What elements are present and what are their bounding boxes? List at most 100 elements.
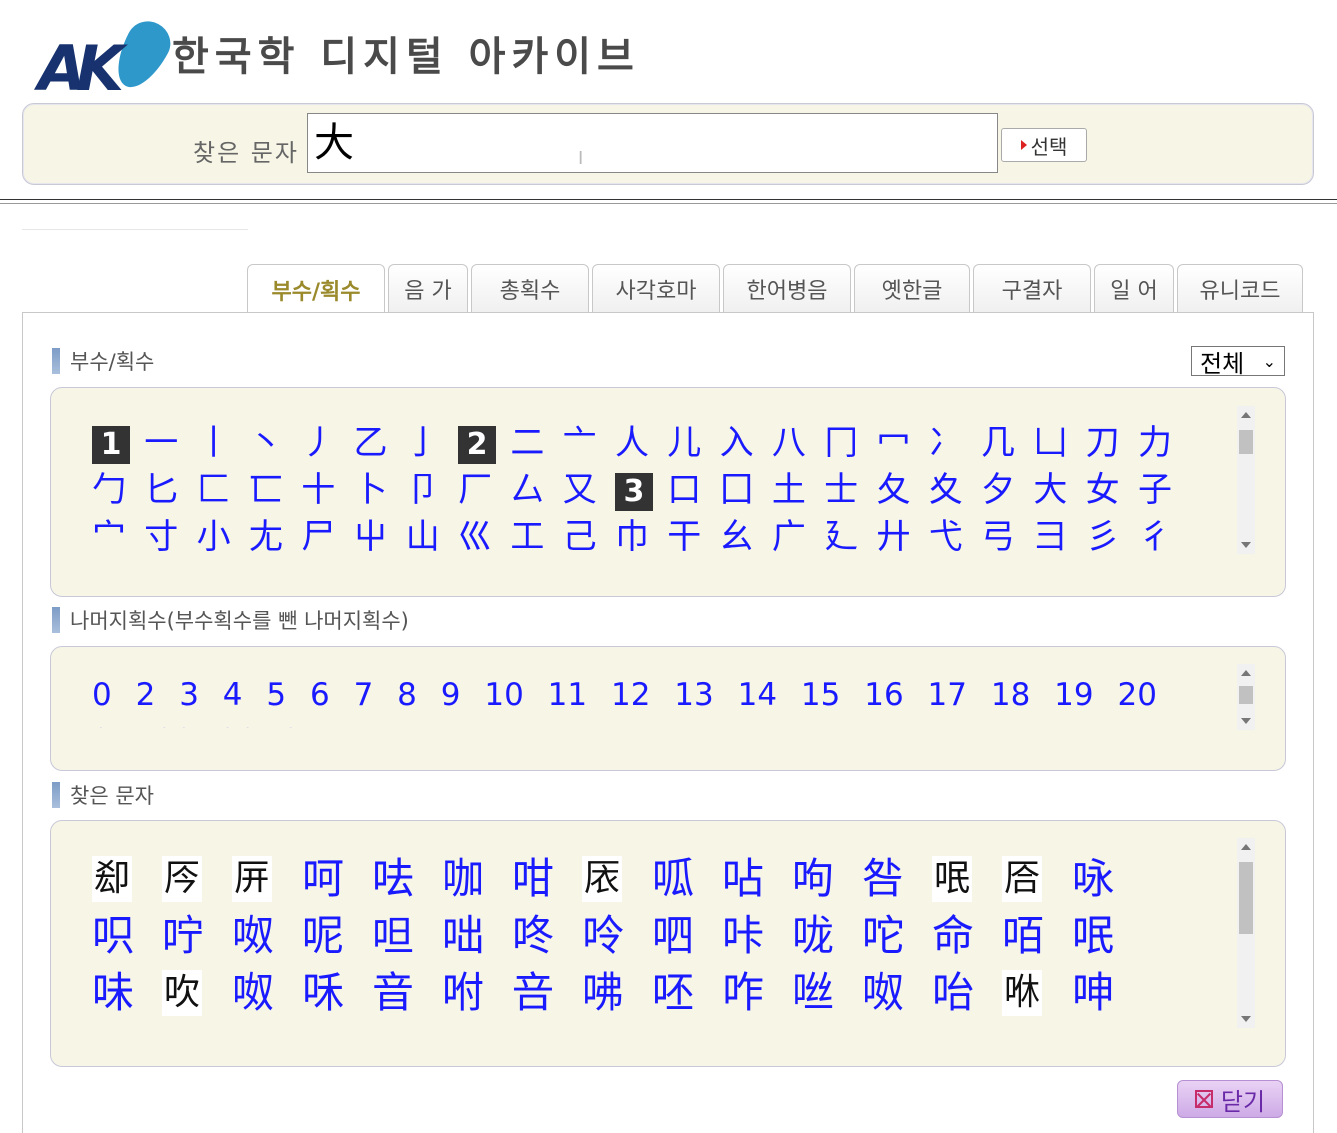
tab-total-strokes[interactable]: 총획수	[471, 264, 589, 312]
found-char-link[interactable]: 㕉	[1002, 850, 1072, 907]
remaining-stroke-link[interactable]: 7	[354, 677, 374, 713]
radical-link[interactable]: 囗	[720, 467, 772, 514]
scroll-up-icon[interactable]	[1241, 670, 1251, 676]
scroll-down-icon[interactable]	[1241, 1016, 1251, 1022]
tab-japanese[interactable]: 일 어	[1094, 264, 1174, 312]
radical-link[interactable]: 山	[406, 514, 458, 558]
scroll-down-icon[interactable]	[1241, 542, 1251, 548]
radical-link[interactable]: 卜	[353, 467, 405, 514]
radical-link[interactable]: 凵	[1033, 420, 1085, 467]
radical-link[interactable]: 广	[772, 514, 824, 558]
found-char-link[interactable]: 呡	[932, 850, 1002, 907]
found-char-link[interactable]: 咟	[1002, 907, 1072, 964]
tab-old-hangul[interactable]: 옛한글	[854, 264, 970, 312]
found-char-link[interactable]: 咚	[512, 907, 582, 964]
remaining-stroke-link[interactable]: 10	[484, 677, 523, 713]
found-char-link[interactable]: 咝	[792, 964, 862, 1021]
found-scrollbar[interactable]	[1237, 838, 1255, 1028]
radical-link[interactable]: 亠	[563, 420, 615, 467]
found-char-link[interactable]: 呻	[1072, 964, 1142, 1021]
radical-link[interactable]: 儿	[667, 420, 719, 467]
radical-link[interactable]: 入	[720, 420, 772, 467]
radical-link[interactable]: 丿	[301, 420, 353, 467]
found-char-link[interactable]: 呴	[792, 850, 862, 907]
found-char-link[interactable]: 咔	[722, 907, 792, 964]
radical-link[interactable]: 屮	[353, 514, 405, 558]
radical-link[interactable]: 一	[144, 420, 196, 467]
found-char-link[interactable]: 咎	[862, 850, 932, 907]
radical-link[interactable]: 廴	[824, 514, 876, 558]
found-char-link[interactable]: 呸	[652, 964, 722, 1021]
radical-link[interactable]: 几	[981, 420, 1033, 467]
remaining-stroke-link[interactable]: 15	[801, 677, 840, 713]
radical-link[interactable]: 士	[824, 467, 876, 514]
remaining-stroke-link[interactable]: 6	[310, 677, 330, 713]
radical-link[interactable]: 弋	[929, 514, 981, 558]
radical-link[interactable]: 又	[563, 467, 615, 514]
tab-radical-stroke[interactable]: 부수/획수	[247, 264, 385, 314]
radical-link[interactable]: 寸	[144, 514, 196, 558]
remaining-stroke-link[interactable]: 4	[223, 677, 243, 713]
radical-link[interactable]: 彳	[1138, 514, 1190, 558]
found-char-link[interactable]: 咁	[512, 850, 582, 907]
radical-link[interactable]: 夊	[929, 467, 981, 514]
radical-link[interactable]: 八	[772, 420, 824, 467]
radical-link[interactable]: 冂	[824, 420, 876, 467]
found-char-link[interactable]: 㕃	[232, 850, 302, 907]
radical-link[interactable]: 巛	[458, 514, 510, 558]
scroll-thumb[interactable]	[1239, 862, 1253, 934]
remaining-scrollbar[interactable]	[1237, 664, 1255, 730]
radical-link[interactable]: 匚	[197, 467, 249, 514]
radical-link[interactable]: 廾	[876, 514, 928, 558]
remaining-stroke-link[interactable]: 11	[548, 677, 587, 713]
radical-link[interactable]: 匕	[144, 467, 196, 514]
found-char-link[interactable]: 呶	[232, 907, 302, 964]
radical-link[interactable]: 巾	[615, 514, 667, 558]
remaining-stroke-link[interactable]: 12	[611, 677, 650, 713]
found-char-link[interactable]: 㕁	[92, 850, 162, 907]
remaining-stroke-link[interactable]: 5	[266, 677, 286, 713]
radical-filter-select[interactable]: 전체 ⌄	[1191, 346, 1285, 378]
scroll-up-icon[interactable]	[1241, 844, 1251, 850]
remaining-stroke-link[interactable]: 8	[397, 677, 417, 713]
found-char-link[interactable]: 呿	[372, 850, 442, 907]
found-char-link[interactable]: 咍	[932, 964, 1002, 1021]
radical-link[interactable]: 二	[510, 420, 562, 467]
remaining-stroke-link[interactable]: 16	[864, 677, 903, 713]
found-char-link[interactable]: 呤	[582, 907, 652, 964]
remaining-stroke-link[interactable]: 14	[738, 677, 777, 713]
tab-gugyeol[interactable]: 구결자	[973, 264, 1091, 312]
tab-reading[interactable]: 음 가	[388, 264, 468, 312]
found-char-link[interactable]: 㕈	[582, 850, 652, 907]
radical-link[interactable]: 刀	[1086, 420, 1138, 467]
scroll-down-icon[interactable]	[1241, 718, 1251, 724]
found-char-link[interactable]: 咅	[512, 964, 582, 1021]
remaining-stroke-link[interactable]: 9	[441, 677, 461, 713]
found-char-link[interactable]: 呵	[302, 850, 372, 907]
radical-link[interactable]: 女	[1086, 467, 1138, 514]
radical-link[interactable]: 夕	[981, 467, 1033, 514]
scroll-up-icon[interactable]	[1241, 412, 1251, 418]
radical-link[interactable]: 彡	[1086, 514, 1138, 558]
radical-link[interactable]: 乙	[353, 420, 405, 467]
radical-link[interactable]: 彐	[1033, 514, 1085, 558]
radical-link[interactable]: 厂	[458, 467, 510, 514]
found-char-link[interactable]: 呶	[862, 964, 932, 1021]
radical-link[interactable]: 丨	[197, 420, 249, 467]
found-char-link[interactable]: 咋	[722, 964, 792, 1021]
remaining-stroke-link[interactable]: 17	[928, 677, 967, 713]
found-char-link[interactable]: 咖	[442, 850, 512, 907]
remaining-stroke-link[interactable]: 21	[92, 723, 131, 728]
found-char-link[interactable]: 呡	[1072, 907, 1142, 964]
scroll-thumb[interactable]	[1239, 430, 1253, 454]
remaining-stroke-link[interactable]: 20	[1117, 677, 1156, 713]
radical-link[interactable]: 弓	[981, 514, 1033, 558]
radical-link[interactable]: 夂	[876, 467, 928, 514]
radical-link[interactable]: 干	[667, 514, 719, 558]
radical-link[interactable]: 土	[772, 467, 824, 514]
remaining-stroke-link[interactable]: 18	[991, 677, 1030, 713]
radical-link[interactable]: 冫	[929, 420, 981, 467]
remaining-stroke-link[interactable]: 0	[92, 677, 112, 713]
radical-link[interactable]: 冖	[876, 420, 928, 467]
radical-link[interactable]: 卩	[406, 467, 458, 514]
